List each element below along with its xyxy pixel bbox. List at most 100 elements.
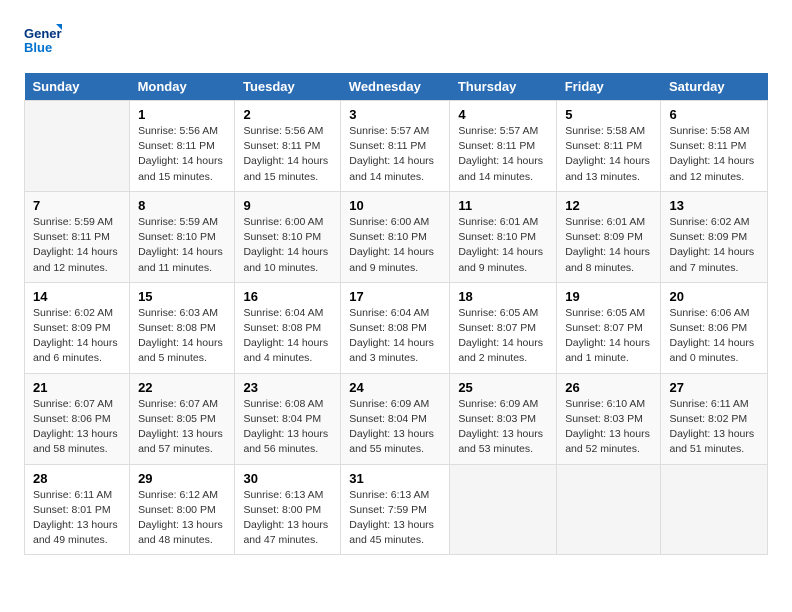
calendar-cell: 18 Sunrise: 6:05 AMSunset: 8:07 PMDayligh… — [450, 282, 557, 373]
calendar-cell: 3Sunrise: 5:57 AMSunset: 8:11 PMDaylight… — [341, 101, 450, 192]
day-number: 31 — [349, 471, 441, 486]
calendar-cell: 17 Sunrise: 6:04 AMSunset: 8:08 PMDayligh… — [341, 282, 450, 373]
calendar-cell: 4Sunrise: 5:57 AMSunset: 8:11 PMDaylight… — [450, 101, 557, 192]
calendar-cell: 1 Sunrise: 5:56 AMSunset: 8:11 PMDaylight… — [130, 101, 235, 192]
cell-info: Sunrise: 6:09 AMSunset: 8:03 PMDaylight:… — [458, 397, 548, 458]
day-number: 2 — [243, 107, 332, 122]
cell-info: Sunrise: 6:11 AMSunset: 8:01 PMDaylight:… — [33, 488, 121, 549]
day-number: 7 — [33, 198, 121, 213]
day-number: 14 — [33, 289, 121, 304]
calendar-cell: 28 Sunrise: 6:11 AMSunset: 8:01 PMDayligh… — [25, 464, 130, 555]
day-number: 29 — [138, 471, 226, 486]
page: General Blue Sunday Monday Tuesday Wedne… — [0, 0, 792, 575]
day-number: 28 — [33, 471, 121, 486]
cell-info: Sunrise: 5:59 AMSunset: 8:11 PMDaylight:… — [33, 215, 121, 276]
day-number: 19 — [565, 289, 652, 304]
calendar-cell: 23Sunrise: 6:08 AMSunset: 8:04 PMDayligh… — [235, 373, 341, 464]
col-friday: Friday — [557, 73, 661, 101]
col-wednesday: Wednesday — [341, 73, 450, 101]
calendar-cell: 13 Sunrise: 6:02 AMSunset: 8:09 PMDayligh… — [661, 191, 768, 282]
cell-info: Sunrise: 6:13 AMSunset: 8:00 PMDaylight:… — [243, 488, 332, 549]
day-number: 26 — [565, 380, 652, 395]
day-number: 30 — [243, 471, 332, 486]
cell-info: Sunrise: 6:04 AMSunset: 8:08 PMDaylight:… — [349, 306, 441, 367]
day-number: 10 — [349, 198, 441, 213]
day-number: 16 — [243, 289, 332, 304]
day-number: 20 — [669, 289, 759, 304]
cell-info: Sunrise: 6:06 AMSunset: 8:06 PMDaylight:… — [669, 306, 759, 367]
cell-info: Sunrise: 6:08 AMSunset: 8:04 PMDaylight:… — [243, 397, 332, 458]
cell-info: Sunrise: 6:05 AMSunset: 8:07 PMDaylight:… — [458, 306, 548, 367]
calendar-cell: 20 Sunrise: 6:06 AMSunset: 8:06 PMDayligh… — [661, 282, 768, 373]
cell-info: Sunrise: 5:58 AMSunset: 8:11 PMDaylight:… — [669, 124, 759, 185]
day-number: 3 — [349, 107, 441, 122]
calendar-cell: 27Sunrise: 6:11 AMSunset: 8:02 PMDayligh… — [661, 373, 768, 464]
col-tuesday: Tuesday — [235, 73, 341, 101]
logo-icon: General Blue — [24, 20, 62, 58]
cell-info: Sunrise: 6:13 AMSunset: 7:59 PMDaylight:… — [349, 488, 441, 549]
calendar-cell: 9Sunrise: 6:00 AMSunset: 8:10 PMDaylight… — [235, 191, 341, 282]
cell-info: Sunrise: 6:02 AMSunset: 8:09 PMDaylight:… — [33, 306, 121, 367]
week-row-5: 28 Sunrise: 6:11 AMSunset: 8:01 PMDayligh… — [25, 464, 768, 555]
calendar-body: 1 Sunrise: 5:56 AMSunset: 8:11 PMDaylight… — [25, 101, 768, 555]
cell-info: Sunrise: 6:00 AMSunset: 8:10 PMDaylight:… — [243, 215, 332, 276]
logo: General Blue — [24, 20, 62, 63]
week-row-1: 1 Sunrise: 5:56 AMSunset: 8:11 PMDaylight… — [25, 101, 768, 192]
col-monday: Monday — [130, 73, 235, 101]
calendar-cell: 2 Sunrise: 5:56 AMSunset: 8:11 PMDaylight… — [235, 101, 341, 192]
cell-info: Sunrise: 5:59 AMSunset: 8:10 PMDaylight:… — [138, 215, 226, 276]
cell-info: Sunrise: 6:12 AMSunset: 8:00 PMDaylight:… — [138, 488, 226, 549]
day-number: 22 — [138, 380, 226, 395]
calendar-header: Sunday Monday Tuesday Wednesday Thursday… — [25, 73, 768, 101]
calendar-cell: 10 Sunrise: 6:00 AMSunset: 8:10 PMDayligh… — [341, 191, 450, 282]
calendar-cell: 26 Sunrise: 6:10 AMSunset: 8:03 PMDayligh… — [557, 373, 661, 464]
calendar-cell — [25, 101, 130, 192]
cell-info: Sunrise: 6:10 AMSunset: 8:03 PMDaylight:… — [565, 397, 652, 458]
header: General Blue — [24, 20, 768, 63]
cell-info: Sunrise: 6:01 AMSunset: 8:09 PMDaylight:… — [565, 215, 652, 276]
calendar-cell: 19 Sunrise: 6:05 AMSunset: 8:07 PMDayligh… — [557, 282, 661, 373]
calendar-cell: 14 Sunrise: 6:02 AMSunset: 8:09 PMDayligh… — [25, 282, 130, 373]
calendar-cell: 24Sunrise: 6:09 AMSunset: 8:04 PMDayligh… — [341, 373, 450, 464]
calendar-table: Sunday Monday Tuesday Wednesday Thursday… — [24, 73, 768, 555]
day-number: 15 — [138, 289, 226, 304]
cell-info: Sunrise: 6:02 AMSunset: 8:09 PMDaylight:… — [669, 215, 759, 276]
col-thursday: Thursday — [450, 73, 557, 101]
day-number: 8 — [138, 198, 226, 213]
cell-info: Sunrise: 5:58 AMSunset: 8:11 PMDaylight:… — [565, 124, 652, 185]
cell-info: Sunrise: 5:57 AMSunset: 8:11 PMDaylight:… — [458, 124, 548, 185]
day-number: 24 — [349, 380, 441, 395]
calendar-cell: 29 Sunrise: 6:12 AMSunset: 8:00 PMDayligh… — [130, 464, 235, 555]
calendar-cell: 7 Sunrise: 5:59 AMSunset: 8:11 PMDaylight… — [25, 191, 130, 282]
day-number: 13 — [669, 198, 759, 213]
day-number: 18 — [458, 289, 548, 304]
calendar-cell: 12Sunrise: 6:01 AMSunset: 8:09 PMDayligh… — [557, 191, 661, 282]
day-number: 1 — [138, 107, 226, 122]
cell-info: Sunrise: 6:11 AMSunset: 8:02 PMDaylight:… — [669, 397, 759, 458]
calendar-cell: 16Sunrise: 6:04 AMSunset: 8:08 PMDayligh… — [235, 282, 341, 373]
calendar-cell: 8 Sunrise: 5:59 AMSunset: 8:10 PMDaylight… — [130, 191, 235, 282]
calendar-cell: 5Sunrise: 5:58 AMSunset: 8:11 PMDaylight… — [557, 101, 661, 192]
day-number: 17 — [349, 289, 441, 304]
header-row: Sunday Monday Tuesday Wednesday Thursday… — [25, 73, 768, 101]
cell-info: Sunrise: 5:56 AMSunset: 8:11 PMDaylight:… — [243, 124, 332, 185]
cell-info: Sunrise: 6:07 AMSunset: 8:05 PMDaylight:… — [138, 397, 226, 458]
calendar-cell: 25 Sunrise: 6:09 AMSunset: 8:03 PMDayligh… — [450, 373, 557, 464]
svg-text:Blue: Blue — [24, 40, 52, 55]
calendar-cell: 30 Sunrise: 6:13 AMSunset: 8:00 PMDayligh… — [235, 464, 341, 555]
calendar-cell — [450, 464, 557, 555]
calendar-cell: 11Sunrise: 6:01 AMSunset: 8:10 PMDayligh… — [450, 191, 557, 282]
week-row-3: 14 Sunrise: 6:02 AMSunset: 8:09 PMDayligh… — [25, 282, 768, 373]
calendar-cell: 21Sunrise: 6:07 AMSunset: 8:06 PMDayligh… — [25, 373, 130, 464]
cell-info: Sunrise: 6:00 AMSunset: 8:10 PMDaylight:… — [349, 215, 441, 276]
day-number: 21 — [33, 380, 121, 395]
cell-info: Sunrise: 5:56 AMSunset: 8:11 PMDaylight:… — [138, 124, 226, 185]
calendar-cell: 31 Sunrise: 6:13 AMSunset: 7:59 PMDayligh… — [341, 464, 450, 555]
calendar-cell: 22 Sunrise: 6:07 AMSunset: 8:05 PMDayligh… — [130, 373, 235, 464]
cell-info: Sunrise: 6:03 AMSunset: 8:08 PMDaylight:… — [138, 306, 226, 367]
day-number: 6 — [669, 107, 759, 122]
calendar-cell — [557, 464, 661, 555]
day-number: 25 — [458, 380, 548, 395]
cell-info: Sunrise: 6:05 AMSunset: 8:07 PMDaylight:… — [565, 306, 652, 367]
col-sunday: Sunday — [25, 73, 130, 101]
